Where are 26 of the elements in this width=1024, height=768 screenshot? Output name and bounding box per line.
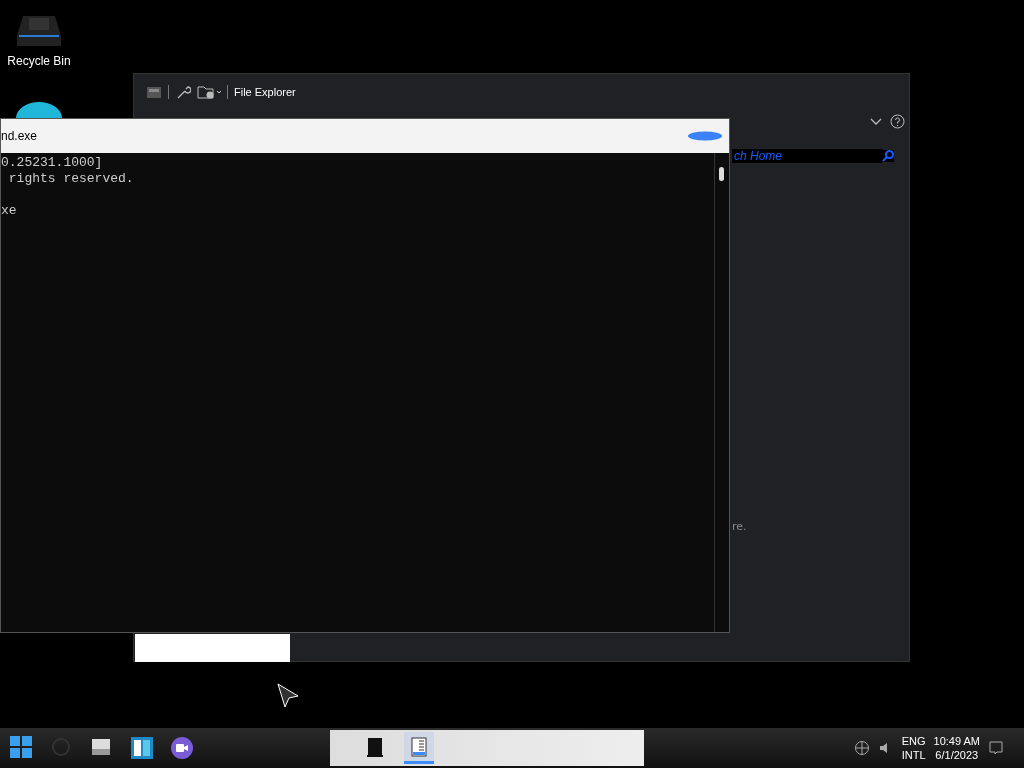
console-icon <box>365 735 385 758</box>
help-icon[interactable] <box>890 114 905 129</box>
language-indicator[interactable]: ENG <box>901 735 926 747</box>
search-icon[interactable] <box>882 150 894 162</box>
notification-icon[interactable] <box>988 740 1004 756</box>
clock-time[interactable]: 10:49 AM <box>933 735 980 747</box>
console-text: 0.25231.1000] rights reserved. xe <box>1 155 134 219</box>
window-title: File Explorer <box>234 86 296 98</box>
wrench-icon[interactable] <box>175 84 191 100</box>
glow-icon <box>687 131 723 141</box>
start-icon[interactable] <box>10 736 34 760</box>
explorer-icon <box>409 735 429 758</box>
status-text: re. <box>732 520 747 533</box>
window-title: nd.exe <box>1 129 38 143</box>
new-folder-icon[interactable] <box>197 84 221 100</box>
chevron-down-icon[interactable] <box>870 117 882 126</box>
icon-label: Recycle Bin <box>7 54 71 68</box>
scroll-thumb[interactable] <box>719 167 724 181</box>
search-field[interactable]: ch Home <box>732 149 882 163</box>
drive-icon[interactable] <box>146 84 162 100</box>
network-icon[interactable] <box>853 740 870 756</box>
keyboard-layout[interactable]: INTL <box>901 749 926 761</box>
browser-icon[interactable] <box>15 102 63 118</box>
panel-icon[interactable] <box>130 736 154 760</box>
video-chat-icon[interactable] <box>170 736 194 760</box>
clock-date[interactable]: 6/1/2023 <box>935 749 979 761</box>
